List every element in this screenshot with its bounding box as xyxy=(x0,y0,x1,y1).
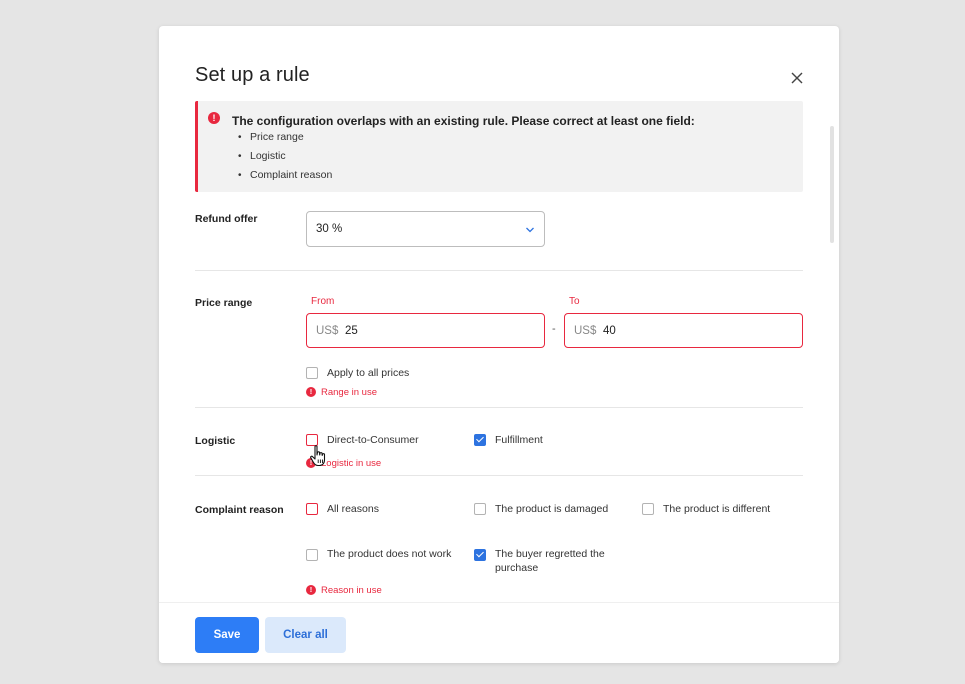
logistic-dtc-label: Direct-to-Consumer xyxy=(327,434,419,446)
chevron-down-icon xyxy=(526,227,534,233)
refund-offer-select[interactable]: 30 % xyxy=(306,211,545,247)
alert-item: Complaint reason xyxy=(238,169,332,188)
apply-all-prices-label: Apply to all prices xyxy=(327,367,410,379)
alert-list: Price range Logistic Complaint reason xyxy=(238,131,332,188)
rule-dialog: Set up a rule ! The configuration overla… xyxy=(159,26,839,663)
close-icon xyxy=(791,72,803,84)
apply-all-prices-checkbox[interactable] xyxy=(306,367,318,379)
divider xyxy=(195,270,803,271)
divider xyxy=(195,407,803,408)
logistic-fulfillment-label: Fulfillment xyxy=(495,434,543,446)
scrollbar-thumb[interactable] xyxy=(830,126,834,243)
error-icon: ! xyxy=(306,585,316,595)
from-label: From xyxy=(311,296,335,307)
refund-offer-label: Refund offer xyxy=(195,213,258,225)
reason-damaged-checkbox[interactable] xyxy=(474,503,486,515)
alert-icon: ! xyxy=(208,112,220,124)
reason-error: Reason in use xyxy=(321,585,382,596)
range-separator: - xyxy=(552,323,556,335)
price-from-input[interactable]: US$ 25 xyxy=(306,313,545,348)
currency-prefix: US$ xyxy=(316,325,339,337)
reason-not-work-checkbox[interactable] xyxy=(306,549,318,561)
price-range-label: Price range xyxy=(195,297,253,309)
refund-offer-value: 30 % xyxy=(316,223,343,235)
error-icon: ! xyxy=(306,387,316,397)
overlap-alert: ! The configuration overlaps with an exi… xyxy=(195,101,803,192)
dialog-footer: Save Clear all xyxy=(159,602,839,663)
logistic-fulfillment-checkbox[interactable] xyxy=(474,434,486,446)
reason-regretted-label: The buyer regretted the purchase xyxy=(495,548,605,574)
alert-item: Price range xyxy=(238,131,332,150)
hand-pointer-icon xyxy=(310,445,326,467)
price-to-value: 40 xyxy=(603,325,616,337)
dialog-title: Set up a rule xyxy=(195,64,310,86)
divider xyxy=(195,475,803,476)
reason-all-checkbox[interactable] xyxy=(306,503,318,515)
reason-different-label: The product is different xyxy=(663,503,771,515)
alert-item: Logistic xyxy=(238,150,332,169)
reason-not-work-label: The product does not work xyxy=(327,548,452,560)
complaint-reason-label: Complaint reason xyxy=(195,504,284,516)
to-label: To xyxy=(569,296,580,307)
reason-damaged-label: The product is damaged xyxy=(495,503,609,515)
logistic-label: Logistic xyxy=(195,435,236,447)
range-error: Range in use xyxy=(321,387,377,398)
save-button[interactable]: Save xyxy=(195,617,259,653)
clear-all-button[interactable]: Clear all xyxy=(265,617,346,653)
reason-regretted-checkbox[interactable] xyxy=(474,549,486,561)
currency-prefix: US$ xyxy=(574,325,597,337)
close-button[interactable] xyxy=(787,68,807,88)
price-from-value: 25 xyxy=(345,325,358,337)
reason-all-label: All reasons xyxy=(327,503,379,515)
alert-message: The configuration overlaps with an exist… xyxy=(232,114,695,128)
reason-different-checkbox[interactable] xyxy=(642,503,654,515)
price-to-input[interactable]: US$ 40 xyxy=(564,313,803,348)
